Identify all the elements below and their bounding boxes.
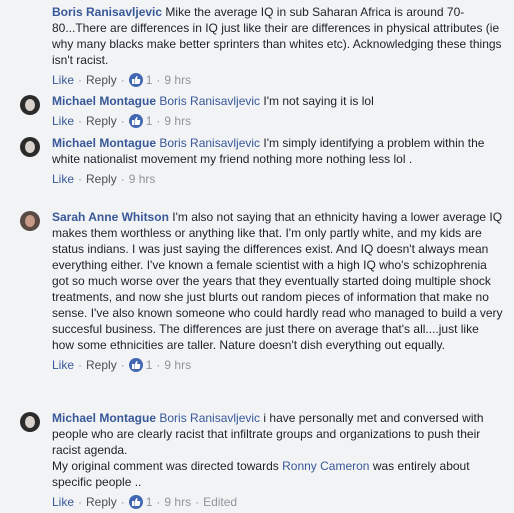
like-count[interactable]: 1	[146, 72, 153, 88]
comment-mention-link[interactable]: Ronny Cameron	[282, 459, 369, 473]
thumbs-up-icon[interactable]	[128, 358, 143, 372]
reply-link[interactable]: Reply	[86, 494, 117, 510]
comment-body: Sarah Anne Whitson I'm also not saying t…	[52, 209, 504, 353]
like-count[interactable]: 1	[146, 113, 153, 129]
comment-body: Boris Ranisavljevic Mike the average IQ …	[52, 4, 504, 68]
like-count[interactable]: 1	[146, 494, 153, 510]
separator-dot: ·	[120, 495, 125, 509]
separator-dot: ·	[120, 172, 125, 186]
separator-dot: ·	[156, 495, 161, 509]
like-link[interactable]: Like	[52, 357, 74, 373]
comment-author[interactable]: Sarah Anne Whitson	[52, 210, 169, 224]
comment-body: Michael Montague Boris Ranisavljevic I'm…	[52, 135, 504, 167]
reply-link[interactable]: Reply	[86, 357, 117, 373]
like-link[interactable]: Like	[52, 113, 74, 129]
comment-text-line2: My original comment was directed towards	[52, 459, 279, 473]
comment-author[interactable]: Michael Montague	[52, 94, 156, 108]
reply-link[interactable]: Reply	[86, 72, 117, 88]
comment-body: Michael Montague Boris Ranisavljevic i h…	[52, 410, 504, 490]
reply-link[interactable]: Reply	[86, 113, 117, 129]
avatar[interactable]	[20, 95, 40, 115]
separator-dot: ·	[156, 114, 161, 128]
comment-text: I'm also not saying that an ethnicity ha…	[52, 210, 503, 352]
separator-dot: ·	[156, 358, 161, 372]
like-link[interactable]: Like	[52, 494, 74, 510]
avatar[interactable]	[20, 412, 40, 432]
comment-timestamp[interactable]: 9 hrs	[164, 357, 191, 373]
reply-link[interactable]: Reply	[86, 171, 117, 187]
separator-dot: ·	[78, 73, 83, 87]
comment-timestamp[interactable]: 9 hrs	[164, 113, 191, 129]
separator-dot: ·	[120, 358, 125, 372]
comment-timestamp[interactable]: 9 hrs	[129, 171, 156, 187]
comment-actions: Like · Reply · 1 · 9 hrs	[52, 357, 504, 373]
comment-timestamp[interactable]: 9 hrs	[164, 72, 191, 88]
separator-dot: ·	[78, 114, 83, 128]
comment-actions: Like · Reply · 9 hrs	[52, 171, 504, 187]
separator-dot: ·	[78, 172, 83, 186]
separator-dot: ·	[120, 114, 125, 128]
comment-author[interactable]: Boris Ranisavljevic	[52, 5, 162, 19]
comment-mention[interactable]: Boris Ranisavljevic	[159, 94, 260, 108]
like-count[interactable]: 1	[146, 357, 153, 373]
comment-timestamp[interactable]: 9 hrs	[164, 494, 191, 510]
thumbs-up-icon[interactable]	[128, 114, 143, 128]
comment-text: I'm not saying it is lol	[263, 94, 374, 108]
like-link[interactable]: Like	[52, 171, 74, 187]
thumbs-up-icon[interactable]	[128, 495, 143, 509]
comment: Michael Montague Boris Ranisavljevic i h…	[20, 410, 504, 510]
separator-dot: ·	[195, 495, 200, 509]
avatar[interactable]	[20, 211, 40, 231]
comment-actions: Like · Reply · 1 · 9 hrs	[52, 72, 504, 88]
comment-mention[interactable]: Boris Ranisavljevic	[159, 411, 260, 425]
separator-dot: ·	[78, 358, 83, 372]
comment-thread: Boris Ranisavljevic Mike the average IQ …	[0, 0, 514, 513]
comment: Sarah Anne Whitson I'm also not saying t…	[20, 209, 504, 373]
comment-author[interactable]: Michael Montague	[52, 136, 156, 150]
comment-actions: Like · Reply · 1 · 9 hrs · Edited	[52, 494, 504, 510]
like-link[interactable]: Like	[52, 72, 74, 88]
comment: Boris Ranisavljevic Mike the average IQ …	[52, 4, 504, 88]
comment: Michael Montague Boris Ranisavljevic I'm…	[20, 93, 504, 129]
separator-dot: ·	[120, 73, 125, 87]
comment-author[interactable]: Michael Montague	[52, 411, 156, 425]
comment-mention[interactable]: Boris Ranisavljevic	[159, 136, 260, 150]
edited-label[interactable]: Edited	[203, 494, 237, 510]
comment-body: Michael Montague Boris Ranisavljevic I'm…	[52, 93, 504, 109]
avatar[interactable]	[20, 137, 40, 157]
separator-dot: ·	[78, 495, 83, 509]
comment: Michael Montague Boris Ranisavljevic I'm…	[20, 135, 504, 187]
separator-dot: ·	[156, 73, 161, 87]
comment-actions: Like · Reply · 1 · 9 hrs	[52, 113, 504, 129]
thumbs-up-icon[interactable]	[128, 73, 143, 87]
